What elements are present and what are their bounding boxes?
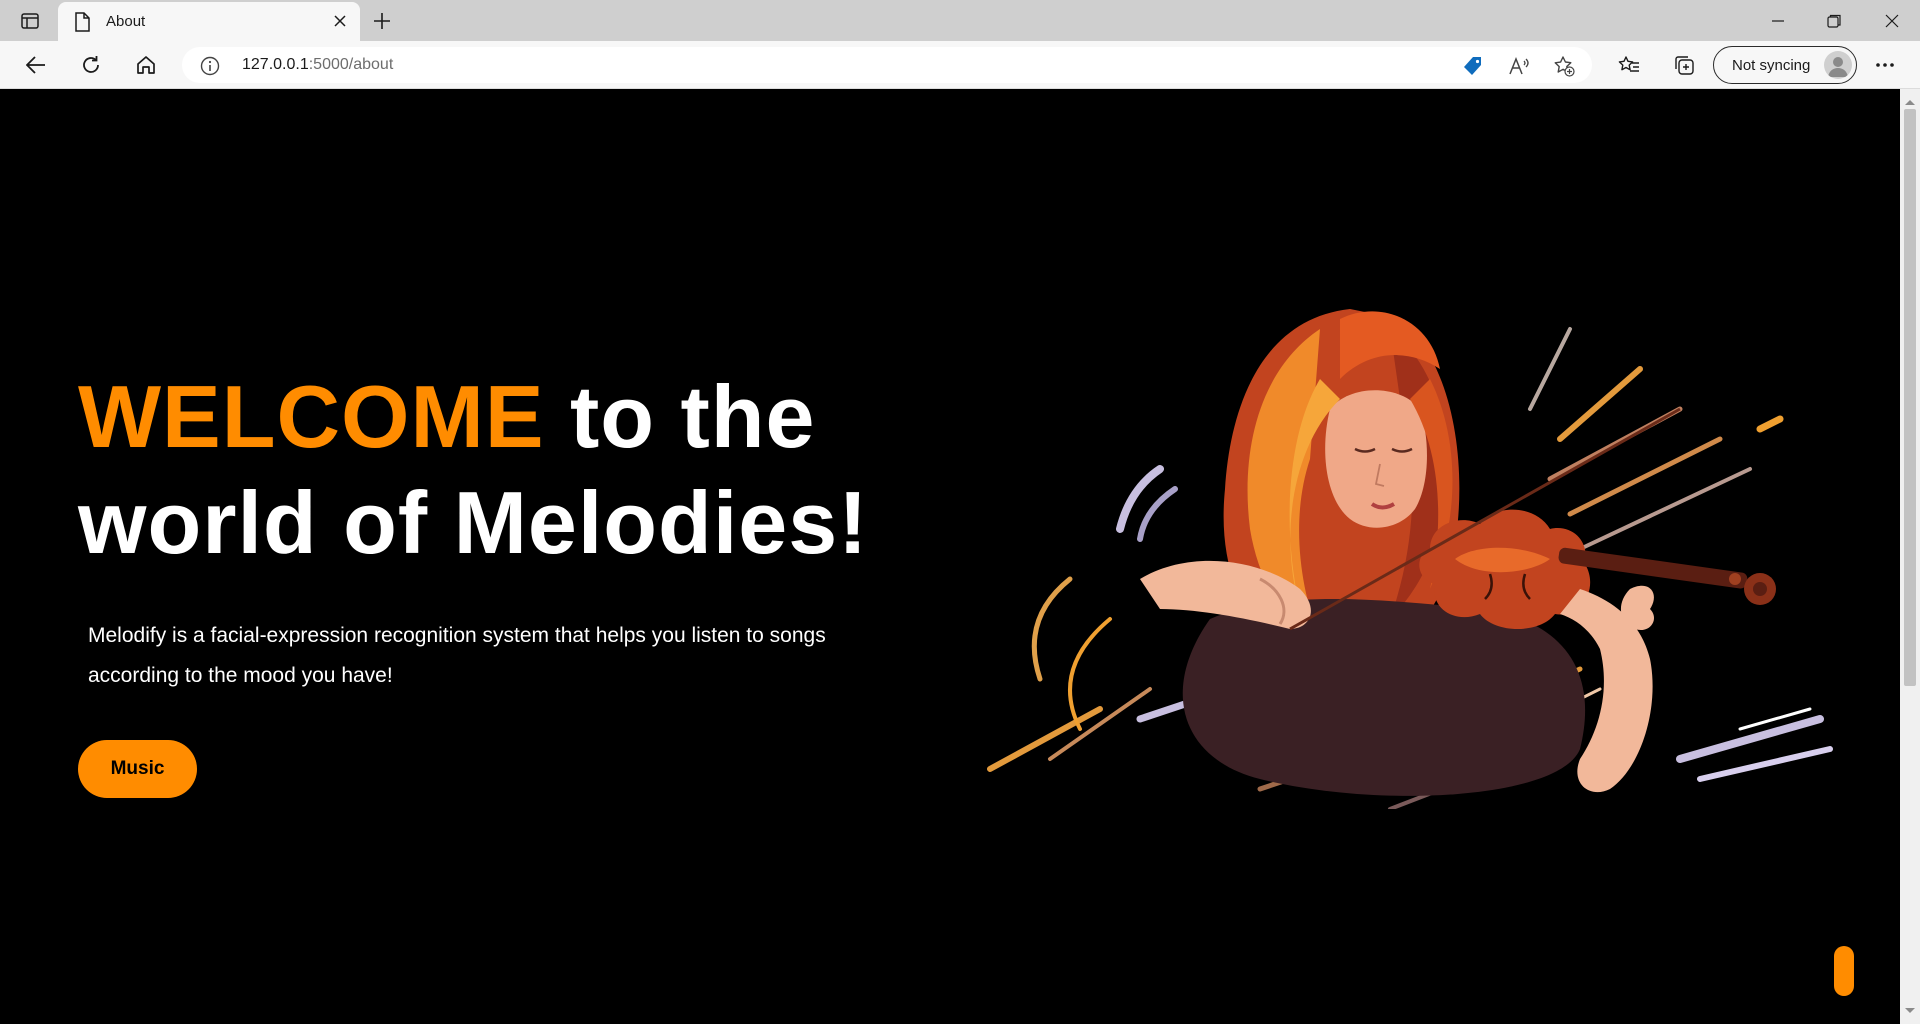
collections-icon[interactable] bbox=[1669, 50, 1699, 80]
url-path: :5000/about bbox=[308, 56, 394, 73]
url-host: 127.0.0.1 bbox=[242, 56, 309, 73]
headline-line2: world of Melodies! bbox=[78, 473, 869, 572]
url-text[interactable]: 127.0.0.1:5000/about bbox=[242, 56, 393, 74]
description-text: Melodify is a facial-expression recognit… bbox=[88, 624, 826, 687]
page-content: WELCOME to the world of Melodies! Melodif… bbox=[0, 89, 1900, 1024]
shopping-tag-icon[interactable] bbox=[1462, 55, 1484, 77]
scrollbar-thumb[interactable] bbox=[1904, 109, 1916, 686]
tab-title: About bbox=[106, 13, 146, 30]
violinist-illustration bbox=[987, 309, 1833, 809]
address-bar[interactable]: 127.0.0.1:5000/about bbox=[182, 47, 1592, 83]
sync-button[interactable]: Not syncing bbox=[1713, 46, 1857, 84]
read-aloud-icon[interactable] bbox=[1508, 55, 1530, 77]
restore-icon[interactable] bbox=[1822, 9, 1846, 33]
scroll-down-icon[interactable] bbox=[1904, 1002, 1916, 1020]
document-icon bbox=[74, 12, 90, 37]
refresh-icon[interactable] bbox=[76, 50, 106, 80]
sync-label: Not syncing bbox=[1732, 57, 1811, 74]
music-button[interactable]: Music bbox=[78, 740, 197, 798]
page-title: WELCOME to the world of Melodies! bbox=[78, 364, 978, 576]
back-icon[interactable] bbox=[21, 50, 51, 80]
info-icon[interactable] bbox=[200, 56, 220, 81]
favorites-icon[interactable] bbox=[1614, 50, 1644, 80]
headline-line1: to the bbox=[544, 367, 816, 466]
home-icon[interactable] bbox=[131, 50, 161, 80]
more-icon[interactable] bbox=[1870, 50, 1900, 80]
tab-actions-icon[interactable] bbox=[14, 9, 46, 33]
tab-bar: About bbox=[0, 0, 1920, 41]
plus-icon[interactable] bbox=[370, 9, 394, 33]
close-icon[interactable] bbox=[330, 11, 350, 31]
page-scrollbar[interactable] bbox=[1900, 89, 1920, 1024]
browser-toolbar: 127.0.0.1:5000/about Not syncing bbox=[0, 41, 1920, 89]
floating-scroll-pill[interactable] bbox=[1834, 946, 1854, 996]
add-favorite-icon[interactable] bbox=[1553, 55, 1575, 77]
profile-icon bbox=[1824, 51, 1852, 79]
tab-about[interactable]: About bbox=[58, 2, 360, 41]
headline-accent: WELCOME bbox=[78, 367, 545, 466]
minimize-icon[interactable] bbox=[1766, 9, 1790, 33]
window-close-icon[interactable] bbox=[1880, 9, 1904, 33]
